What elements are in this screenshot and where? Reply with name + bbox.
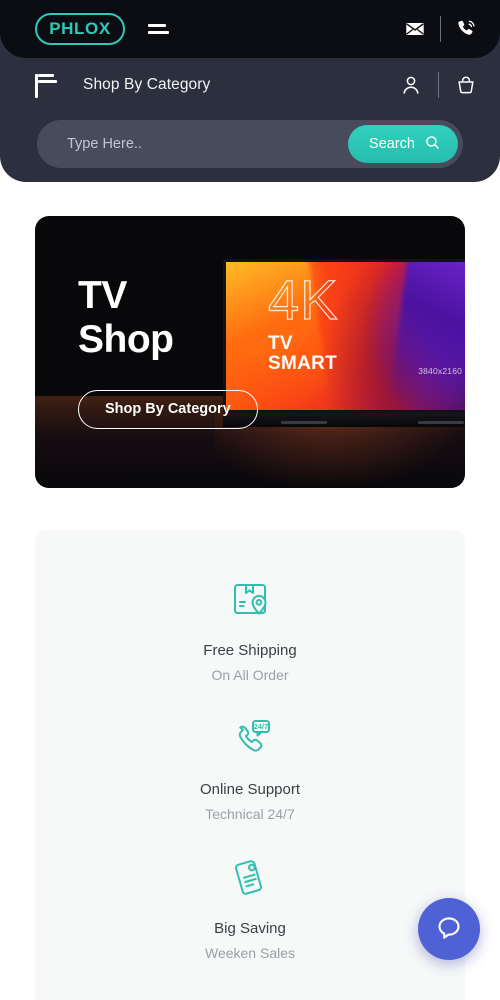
site-header: PHLOX Shop By Category Type Here.. Searc… bbox=[0, 0, 500, 182]
hero-banner: 4K TV SMART 3840x2160 px TV Shop Shop By… bbox=[35, 216, 465, 488]
tv-resolution-label: 3840x2160 px bbox=[418, 366, 465, 376]
tv-4k-label: 4K bbox=[267, 268, 339, 331]
feature-online-support: 24/7 Online Support Technical 24/7 bbox=[35, 711, 465, 822]
price-tag-icon bbox=[35, 850, 465, 904]
tv-foot-left bbox=[280, 421, 327, 424]
feature-free-shipping: Free Shipping On All Order bbox=[35, 572, 465, 683]
feature-subtitle: Weeken Sales bbox=[204, 945, 295, 961]
tv-smart-line2: SMART bbox=[268, 353, 338, 375]
tv-smart-line1: TV bbox=[268, 333, 293, 354]
shopping-basket-icon[interactable] bbox=[454, 73, 478, 97]
category-menu-icon[interactable] bbox=[35, 72, 57, 98]
features-section: Free Shipping On All Order 24/7 Online S… bbox=[35, 530, 465, 1000]
category-menu-line bbox=[35, 74, 38, 98]
feature-title: Free Shipping bbox=[203, 642, 297, 659]
hero-title-line2: Shop bbox=[78, 318, 174, 362]
tv-foot-right bbox=[418, 421, 465, 424]
hamburger-line bbox=[148, 31, 169, 34]
package-location-icon bbox=[35, 572, 465, 626]
search-button-label: Search bbox=[369, 136, 415, 152]
brand-logo-text: PHLOX bbox=[49, 19, 111, 38]
svg-text:24/7: 24/7 bbox=[254, 722, 268, 731]
search-input[interactable] bbox=[67, 136, 349, 152]
shop-by-category-label[interactable]: Shop By Category bbox=[83, 76, 210, 94]
tv-stand bbox=[223, 413, 465, 427]
tv-screen: 4K TV SMART 3840x2160 px bbox=[223, 259, 465, 413]
phone-ring-icon[interactable] bbox=[455, 18, 478, 41]
feature-subtitle: Technical 24/7 bbox=[205, 806, 295, 822]
nav-row-divider bbox=[438, 72, 439, 98]
user-icon[interactable] bbox=[399, 73, 423, 97]
mobile-storefront-page: PHLOX Shop By Category Type Here.. Searc… bbox=[0, 0, 500, 1000]
feature-subtitle: On All Order bbox=[211, 667, 289, 683]
phone-support-247-icon: 24/7 bbox=[35, 711, 465, 765]
search-bar: Search bbox=[37, 120, 463, 168]
hero-content: TV Shop Shop By Category bbox=[78, 274, 258, 429]
chat-bubble-icon bbox=[434, 913, 464, 946]
feature-title: Online Support bbox=[199, 781, 301, 798]
hamburger-icon[interactable] bbox=[148, 24, 170, 34]
top-bar-divider bbox=[440, 16, 441, 42]
feature-title: Big Saving bbox=[214, 920, 286, 937]
top-bar-actions bbox=[404, 16, 478, 42]
feature-big-saving: Big Saving Weeken Sales bbox=[35, 850, 465, 961]
envelope-icon[interactable] bbox=[404, 18, 426, 40]
top-bar: PHLOX bbox=[0, 0, 500, 58]
tv-product-image: 4K TV SMART 3840x2160 px bbox=[223, 259, 465, 427]
search-button[interactable]: Search bbox=[348, 125, 458, 163]
hero-title-line1: TV bbox=[78, 274, 127, 317]
category-menu-line bbox=[38, 74, 54, 77]
tv-smart-label: TV SMART bbox=[268, 333, 338, 375]
brand-logo[interactable]: PHLOX bbox=[35, 13, 125, 45]
category-nav-row: Shop By Category bbox=[0, 58, 500, 112]
search-icon bbox=[424, 134, 441, 155]
hero-title: TV Shop bbox=[78, 274, 258, 363]
hero-shop-by-category-button[interactable]: Shop By Category bbox=[78, 389, 258, 429]
category-menu-line bbox=[38, 80, 57, 83]
chat-support-button[interactable] bbox=[418, 898, 480, 960]
hamburger-line bbox=[148, 24, 166, 27]
nav-row-actions bbox=[399, 72, 478, 98]
